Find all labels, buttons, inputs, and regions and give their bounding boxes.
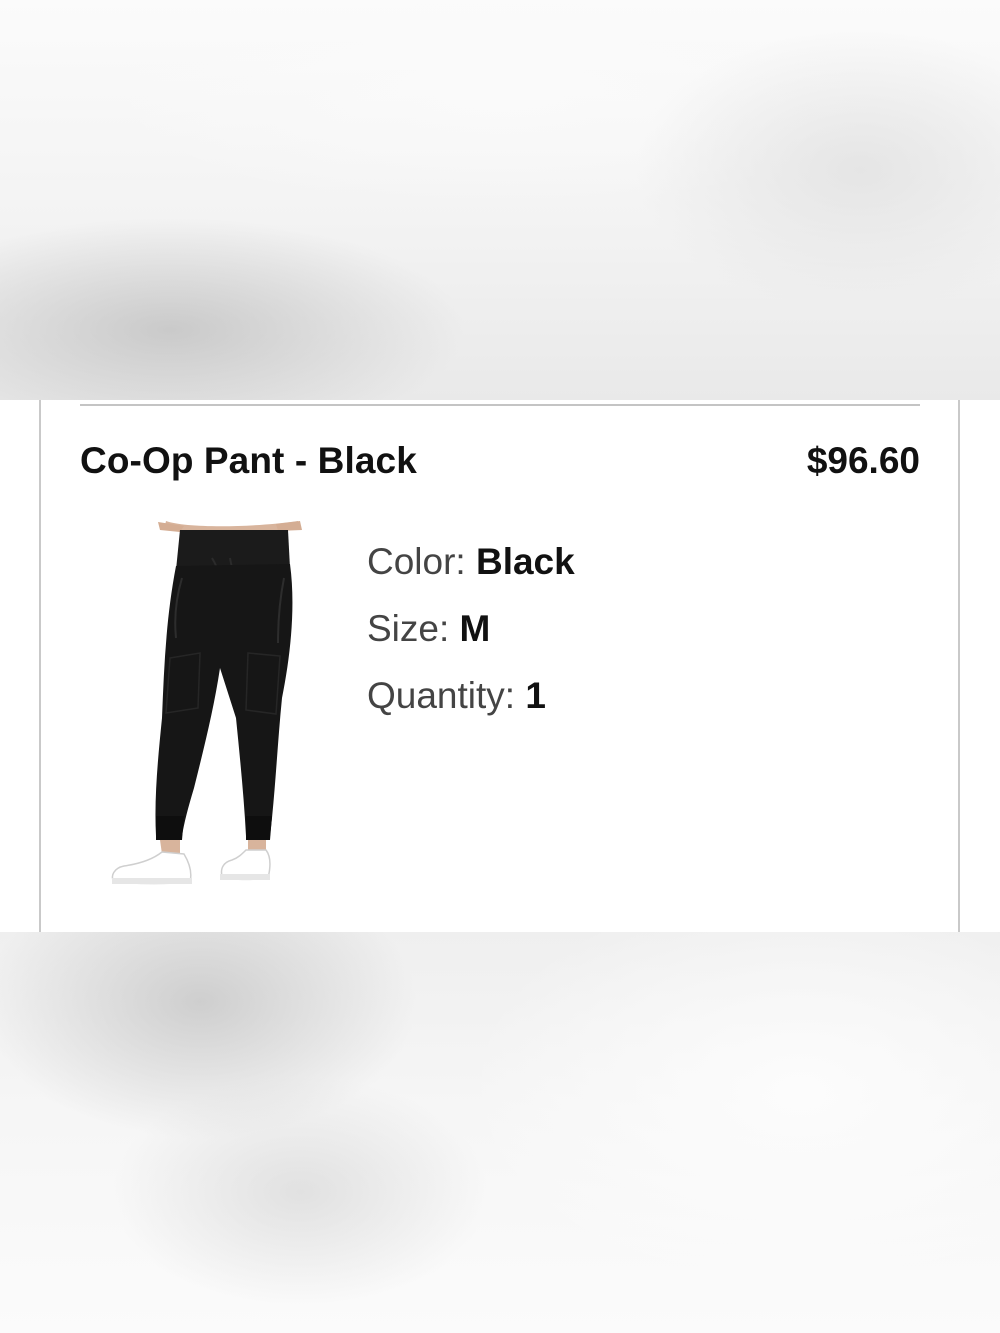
- product-image[interactable]: [100, 518, 315, 908]
- size-label: Size:: [367, 608, 450, 649]
- quantity-label: Quantity:: [367, 675, 516, 716]
- cuff-left: [156, 816, 184, 840]
- product-name[interactable]: Co-Op Pant - Black: [80, 440, 417, 482]
- blurred-background-bottom: [0, 932, 1000, 1333]
- card-left-border: [39, 400, 41, 932]
- sneaker-right-sole: [220, 874, 270, 880]
- size-value: M: [459, 608, 491, 649]
- product-details: Color: Black Size: M Quantity: 1: [367, 528, 575, 729]
- color-value: Black: [475, 541, 575, 582]
- quantity-row: Quantity: 1: [367, 662, 575, 729]
- order-item-card: Co-Op Pant - Black $96.60 Color: Black S…: [0, 400, 1000, 932]
- sneaker-left-sole: [112, 878, 192, 884]
- card-right-border: [958, 400, 960, 932]
- quantity-value: 1: [525, 675, 546, 716]
- cuff-right: [246, 816, 272, 840]
- color-row: Color: Black: [367, 528, 575, 595]
- product-price: $96.60: [806, 440, 920, 481]
- item-divider: [80, 404, 920, 406]
- blurred-background-top: [0, 0, 1000, 400]
- color-label: Color:: [367, 541, 466, 582]
- size-row: Size: M: [367, 595, 575, 662]
- pants-image-svg: [111, 521, 302, 885]
- waistband: [176, 530, 290, 570]
- hand-right: [276, 521, 302, 531]
